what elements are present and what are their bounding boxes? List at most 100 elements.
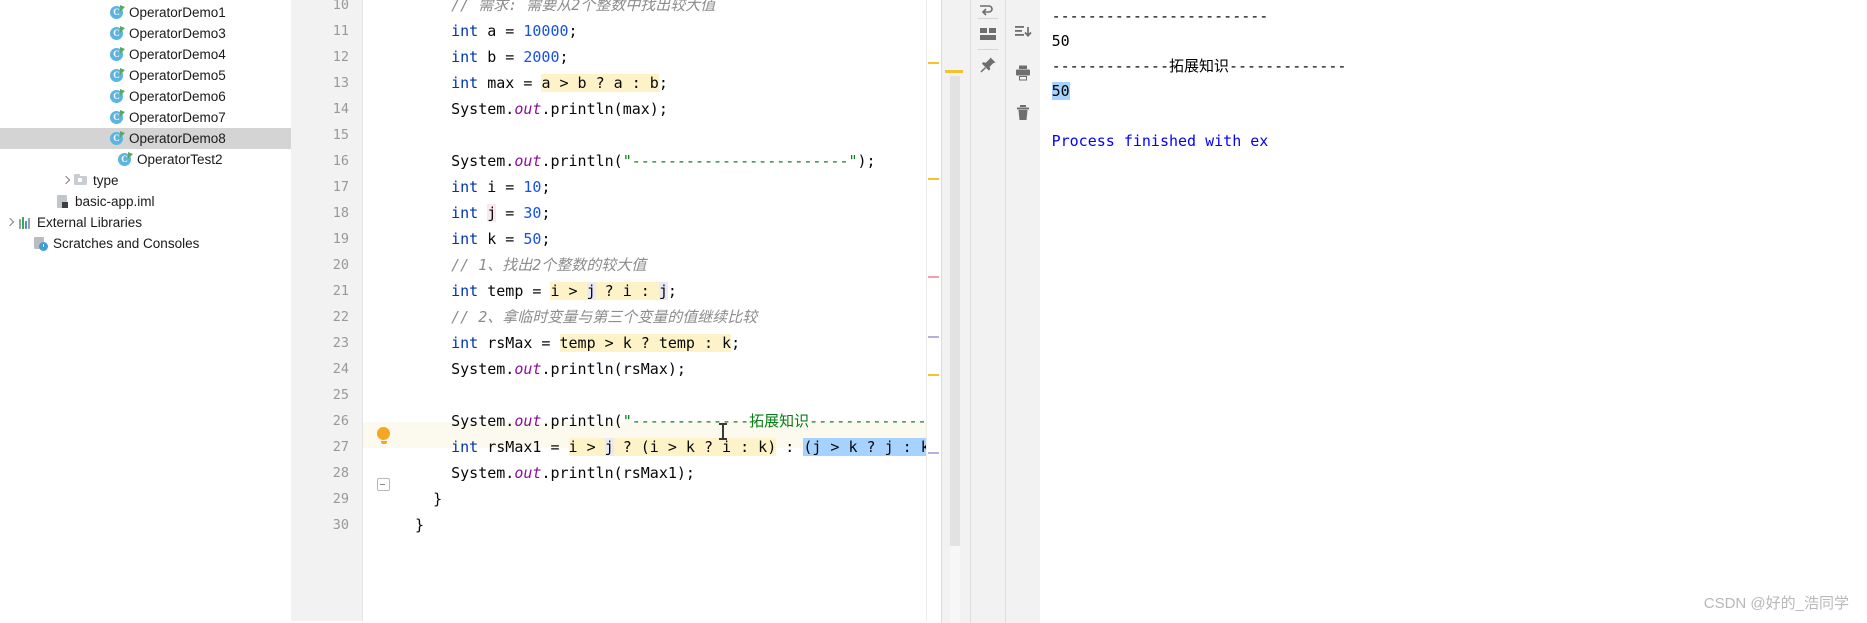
clear-all-button[interactable] [1009,98,1037,128]
tree-item-label: OperatorDemo4 [129,47,226,62]
tree-item-basic-app-iml[interactable]: basic-app.iml [0,191,291,212]
print-button[interactable] [1009,58,1037,88]
code-line-16[interactable]: System.out.println("--------------------… [415,148,875,174]
tree-item-operatordemo6[interactable]: C OperatorDemo6 [0,86,291,107]
stripe-mark-warning[interactable] [927,62,939,64]
tree-item-label: OperatorDemo6 [129,89,226,104]
line-number: 22 [332,309,349,325]
code-line-29[interactable]: } [415,486,442,512]
pin-button[interactable] [974,50,1002,80]
tree-item-label: OperatorDemo5 [129,68,226,83]
console-toolbar-left[interactable] [969,0,1005,623]
expand-arrow-icon[interactable] [4,216,17,229]
line-number: 10 [332,0,349,13]
java-class-icon: C [117,151,133,168]
stripe-mark-error[interactable] [927,276,939,278]
layout-grid-button[interactable] [974,19,1002,49]
console-line: -------------拓展知识------------- [1051,57,1347,75]
external-libraries-icon [17,215,33,231]
editor-gutter[interactable]: 10 11 12 13 14 15 16 17 18 19 20 21 22 23 24 25 26 27 28 29… [291,0,363,621]
stripe-mark-info[interactable] [927,452,939,454]
console-stripe-marker [944,70,963,73]
text-mouse-cursor [719,423,727,440]
soft-wrap-glyph [979,5,993,16]
code-line-14[interactable]: System.out.println(max); [415,96,668,122]
java-class-icon: C [109,4,125,21]
code-line-19[interactable]: int k = 50; [415,226,550,252]
code-line-27[interactable]: int rsMax1 = i > j ? (i > k ? i : k) : (… [415,434,926,460]
stripe-mark-warning[interactable] [927,178,939,180]
code-editor[interactable]: 10 11 12 13 14 15 16 17 18 19 20 21 22 23 24 25 26 27 28 29… [291,0,941,621]
java-class-icon: C [109,130,125,147]
java-class-icon: C [109,109,125,126]
tree-item-operatordemo5[interactable]: C OperatorDemo5 [0,65,291,86]
code-line-18[interactable]: int j = 30; [415,200,550,226]
trash-icon [1016,105,1029,120]
line-number: 25 [332,387,349,403]
expand-arrow-icon[interactable] [60,174,73,187]
line-number: 13 [332,75,349,91]
tree-item-operatordemo8[interactable]: C OperatorDemo8 [0,128,291,149]
tree-item-external-libraries[interactable]: External Libraries [0,212,291,233]
code-line-10[interactable]: // 需求: 需要从2个整数中找出较大值 [415,0,715,18]
scroll-to-end-icon [1014,26,1032,37]
code-line-28[interactable]: System.out.println(rsMax1); [415,460,695,486]
console-line: ------------------------ [1051,7,1269,25]
console-scrollbar-column[interactable] [940,0,970,623]
line-number: 28 [332,465,349,481]
code-line-15[interactable] [415,122,451,148]
line-number: 14 [332,101,349,117]
line-number: 11 [332,23,349,39]
tree-item-label: basic-app.iml [75,194,155,209]
line-number: 21 [332,283,349,299]
soft-wrap-icon[interactable] [974,2,1002,18]
java-class-icon: C [109,67,125,84]
line-number: 15 [332,127,349,143]
java-class-icon: C [109,88,125,105]
console-output-panel[interactable]: ------------------------ 50 -------------拓… [1039,0,1867,621]
watermark-text: CSDN @好的_浩同学 [1703,595,1849,612]
code-line-22[interactable]: // 2、拿临时变量与第三个变量的值继续比较 [415,304,757,330]
module-file-icon [55,194,71,210]
tree-item-label: OperatorDemo1 [129,5,226,20]
tree-item-label: type [93,173,119,188]
stripe-mark-warning[interactable] [927,374,939,376]
code-line-20[interactable]: // 1、找出2个整数的较大值 [415,252,646,278]
intention-bulb-icon[interactable] [377,427,390,444]
tree-item-label: OperatorTest2 [137,152,223,167]
editor-marker-column[interactable] [363,0,405,621]
tree-item-operatordemo4[interactable]: C OperatorDemo4 [0,44,291,65]
tree-item-type[interactable]: type [0,170,291,191]
line-number: 30 [332,517,349,533]
code-line-11[interactable]: int a = 10000; [415,18,577,44]
pin-icon [980,57,996,73]
ide-window: C OperatorDemo1 C OperatorDemo3 C OperatorDem… [0,0,1867,623]
code-line-17[interactable]: int i = 10; [415,174,550,200]
line-number: 19 [332,231,349,247]
line-number: 20 [332,257,349,273]
scroll-to-end-button[interactable] [1009,18,1037,48]
code-line-12[interactable]: int b = 2000; [415,44,568,70]
tree-item-operatordemo3[interactable]: C OperatorDemo3 [0,23,291,44]
tree-item-operatordemo1[interactable]: C OperatorDemo1 [0,2,291,23]
analysis-stripe[interactable] [925,0,941,621]
console-scrollbar-thumb[interactable] [949,76,960,546]
code-line-13[interactable]: int max = a > b ? a : b; [415,70,668,96]
code-line-26[interactable]: System.out.println("-------------拓展知识---… [415,408,925,434]
code-text-area[interactable]: // 需求: 需要从2个整数中找出较大值 int a = 10000; int … [405,0,926,621]
scratches-icon [33,236,49,252]
tree-item-scratches-and-consoles[interactable]: Scratches and Consoles [0,233,291,254]
tree-item-operatortest2[interactable]: C OperatorTest2 [0,149,291,170]
code-line-23[interactable]: int rsMax = temp > k ? temp : k; [415,330,740,356]
console-toolbar-right[interactable] [1004,0,1040,623]
code-line-30[interactable]: } [415,512,424,538]
line-number: 29 [332,491,349,507]
code-fold-icon[interactable] [377,478,390,491]
stripe-mark-info[interactable] [927,336,939,338]
code-line-21[interactable]: int temp = i > j ? i : j; [415,278,677,304]
tree-item-operatordemo7[interactable]: C OperatorDemo7 [0,107,291,128]
line-number: 24 [332,361,349,377]
code-line-24[interactable]: System.out.println(rsMax); [415,356,686,382]
code-line-25[interactable] [415,382,451,408]
